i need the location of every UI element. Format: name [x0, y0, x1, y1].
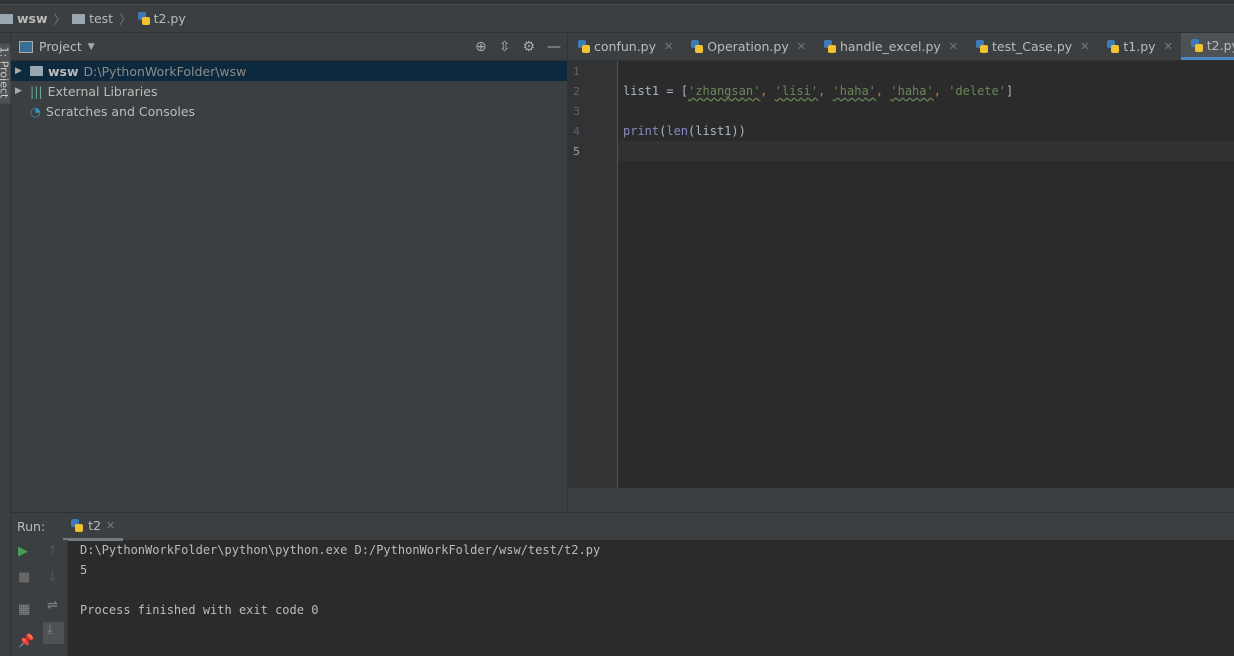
down-arrow-icon[interactable]: ↓	[47, 570, 58, 585]
close-icon[interactable]: ✕	[949, 40, 958, 53]
python-file-icon	[578, 40, 590, 53]
folder-icon	[30, 66, 43, 76]
breadcrumb: wsw 〉 test 〉 t2.py	[0, 5, 1234, 33]
soft-wrap-icon[interactable]: ⇌	[47, 598, 58, 613]
project-panel: Project ▼ ⊕ ⇳ ⚙ — ▶ wsw D:\PythonWorkFolde…	[11, 33, 568, 512]
chevron-down-icon[interactable]: ▼	[88, 42, 95, 52]
project-tool-button[interactable]: 1: Project	[0, 43, 11, 104]
gear-icon[interactable]: ⚙	[522, 39, 535, 55]
up-arrow-icon[interactable]: ↑	[47, 544, 58, 559]
minimize-icon[interactable]: —	[547, 39, 561, 55]
breadcrumb-test[interactable]: test	[72, 11, 113, 26]
expand-arrow-icon[interactable]: ▶	[15, 86, 25, 96]
tab-operation[interactable]: Operation.py ✕	[681, 33, 814, 60]
current-line-highlight	[618, 141, 1234, 161]
console-output: 5	[80, 563, 88, 577]
pin-icon[interactable]: 📌	[18, 634, 34, 649]
tree-item-external-libraries[interactable]: ▶ ||| External Libraries	[11, 81, 567, 101]
console-command: D:\PythonWorkFolder\python\python.exe D:…	[80, 543, 601, 557]
close-icon[interactable]: ✕	[106, 519, 115, 532]
rerun-icon[interactable]: ▶	[18, 544, 28, 559]
python-file-icon	[976, 40, 989, 53]
locate-icon[interactable]: ⊕	[475, 39, 487, 55]
run-tab-t2[interactable]: t2 ✕	[63, 513, 124, 541]
python-file-icon	[691, 40, 704, 53]
python-icon	[71, 518, 84, 532]
layout-icon[interactable]: ▦	[18, 602, 30, 617]
tab-test-case[interactable]: test_Case.py ✕	[966, 33, 1097, 60]
code-line-4[interactable]: print(len(list1))	[623, 124, 746, 138]
close-icon[interactable]: ✕	[1080, 40, 1089, 53]
editor: confun.py ✕ Operation.py ✕ handle_excel.py…	[568, 33, 1234, 488]
close-icon[interactable]: ✕	[1164, 40, 1173, 53]
python-file-icon	[1107, 40, 1120, 53]
line-gutter: 1 2 3 4 5	[568, 61, 618, 488]
expand-arrow-icon[interactable]: ▶	[15, 66, 25, 76]
tab-handle-excel[interactable]: handle_excel.py ✕	[814, 33, 966, 60]
scratches-icon: ◔	[30, 103, 41, 119]
project-icon	[19, 40, 33, 53]
run-toolbar: Run: t2 ✕	[11, 512, 1234, 541]
breadcrumb-file[interactable]: t2.py	[137, 11, 186, 26]
stop-icon[interactable]: ■	[18, 570, 30, 585]
python-file-icon	[137, 12, 150, 25]
run-actions: ▶ ■ ▦ 📌	[11, 540, 40, 656]
close-icon[interactable]: ✕	[797, 40, 806, 53]
console-actions: ↑ ↓ ⇌ ⤓	[40, 540, 68, 656]
breadcrumb-wsw[interactable]: wsw	[0, 11, 48, 26]
project-view-dropdown[interactable]: Project	[39, 39, 82, 54]
tree-item-wsw[interactable]: ▶ wsw D:\PythonWorkFolder\wsw	[11, 61, 567, 81]
tab-confun[interactable]: confun.py ✕	[568, 33, 681, 60]
editor-tabs: confun.py ✕ Operation.py ✕ handle_excel.py…	[568, 33, 1234, 61]
python-file-icon	[1190, 38, 1203, 52]
run-panel: Run: t2 ✕ ▶ ■ ▦ 📌 ↑ ↓ ⇌ ⤓ D:\PythonWorkFo…	[11, 512, 1234, 656]
folder-icon	[72, 13, 86, 24]
code-line-2[interactable]: list1 = ['zhangsan', 'lisi', 'haha', 'ha…	[623, 84, 1013, 98]
python-file-icon	[823, 40, 836, 53]
close-icon[interactable]: ✕	[664, 40, 673, 53]
tab-t2[interactable]: t2.py✕	[1180, 33, 1234, 60]
libraries-icon: |||	[30, 83, 43, 99]
tree-item-scratches[interactable]: ◔ Scratches and Consoles	[11, 101, 567, 121]
folder-icon	[0, 13, 13, 24]
scroll-to-end-icon[interactable]: ⤓	[43, 622, 64, 644]
console-exit-message: Process finished with exit code 0	[80, 603, 319, 617]
tool-window-strip: 1: Project	[0, 33, 11, 656]
run-label: Run:	[17, 519, 46, 534]
tab-t1[interactable]: t1.py ✕	[1097, 33, 1180, 60]
project-header: Project ▼ ⊕ ⇳ ⚙ —	[11, 33, 567, 61]
collapse-all-icon[interactable]: ⇳	[499, 39, 511, 55]
